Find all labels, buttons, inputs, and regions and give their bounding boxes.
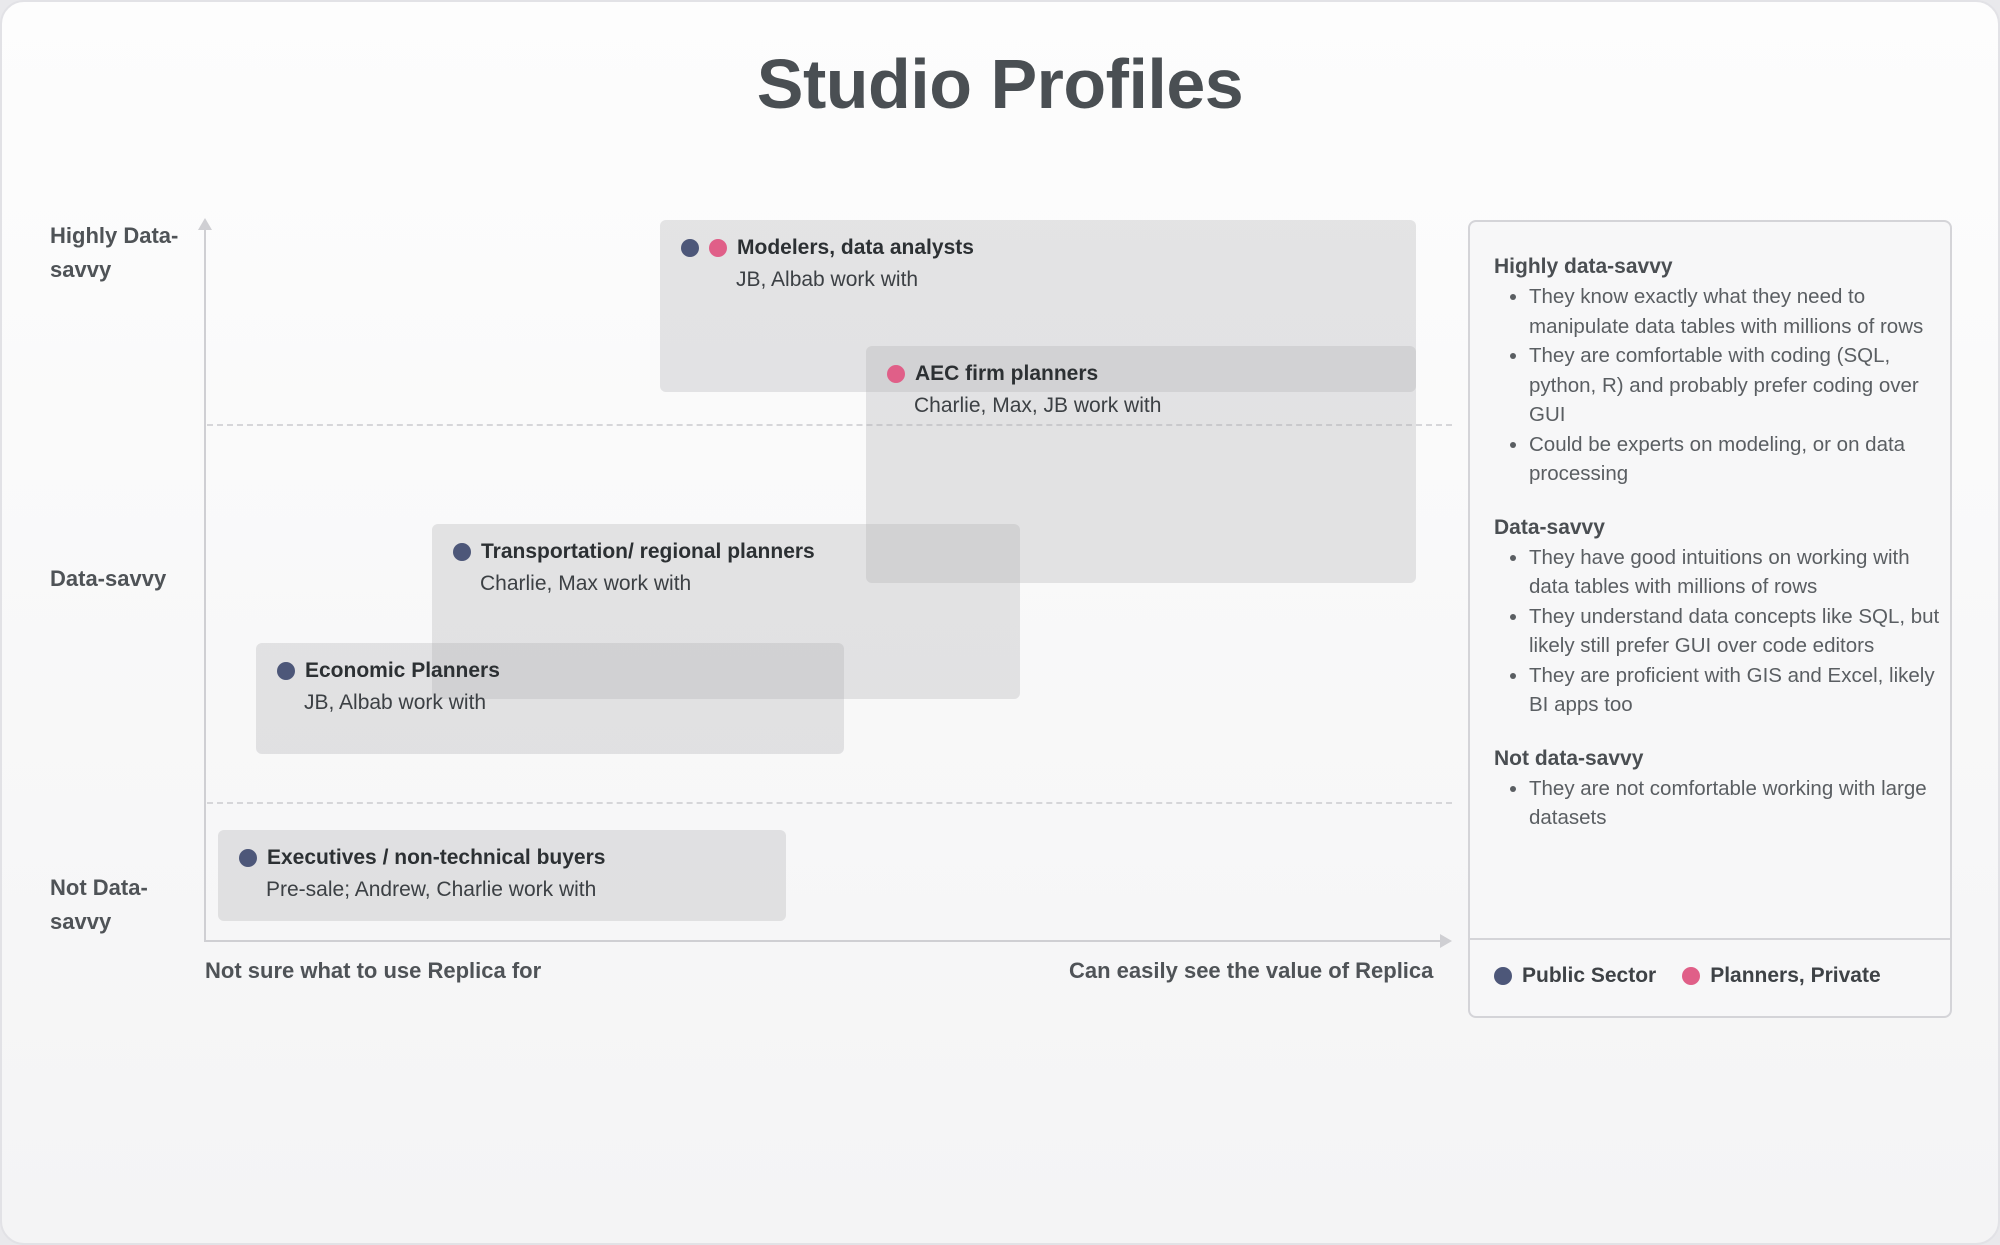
- profile-subtitle: Charlie, Max, JB work with: [914, 394, 1162, 417]
- legend-bullet: Could be experts on modeling, or on data…: [1529, 430, 1944, 489]
- legend-section-highly-data-savvy: Highly data-savvy They know exactly what…: [1494, 252, 1944, 489]
- legend-key-label: Public Sector: [1522, 964, 1657, 987]
- profile-executives: Executives / non-technical buyers Pre-sa…: [239, 843, 605, 907]
- y-axis-arrow-icon: [198, 218, 212, 230]
- y-label-highly-data-savvy: Highly Data-savvy: [50, 223, 179, 282]
- profile-title: Transportation/ regional planners: [481, 540, 815, 563]
- planners-private-dot-icon: [887, 365, 905, 383]
- public-sector-dot-icon: [453, 543, 471, 561]
- profile-economic: Economic Planners JB, Albab work with: [277, 656, 500, 720]
- planners-private-dot-icon: [1682, 967, 1701, 985]
- public-sector-dot-icon: [681, 239, 699, 257]
- profile-modelers: Modelers, data analysts JB, Albab work w…: [681, 233, 974, 297]
- legend-bullet: They are comfortable with coding (SQL, p…: [1529, 341, 1944, 430]
- profile-aec: AEC firm planners Charlie, Max, JB work …: [887, 359, 1161, 423]
- profile-title: AEC firm planners: [915, 362, 1099, 385]
- profile-title: Economic Planners: [305, 659, 500, 682]
- public-sector-dot-icon: [1494, 967, 1512, 985]
- legend-section-title: Data-savvy: [1494, 515, 1605, 539]
- y-label-data-savvy: Data-savvy: [50, 566, 167, 591]
- profile-subtitle: Pre-sale; Andrew, Charlie work with: [266, 878, 597, 901]
- legend-key-planners-private: Planners, Private: [1682, 964, 1881, 988]
- page-title: Studio Profiles: [756, 45, 1244, 123]
- profile-subtitle: Charlie, Max work with: [480, 572, 692, 595]
- legend-section-data-savvy: Data-savvy They have good intuitions on …: [1494, 513, 1944, 720]
- y-label-not-data-savvy: Not Data-savvy: [50, 875, 148, 934]
- x-label-right: Can easily see the value of Replica: [1069, 958, 1434, 983]
- legend-keys: Public Sector Planners, Private: [1494, 964, 1907, 988]
- profile-title: Executives / non-technical buyers: [267, 846, 606, 869]
- legend-section-title: Highly data-savvy: [1494, 255, 1673, 278]
- profile-transportation: Transportation/ regional planners Charli…: [453, 537, 815, 601]
- profile-subtitle: JB, Albab work with: [736, 268, 919, 291]
- planners-private-dot-icon: [709, 239, 727, 257]
- public-sector-dot-icon: [239, 849, 257, 867]
- profile-title: Modelers, data analysts: [737, 236, 974, 259]
- legend-panel: Highly data-savvy They know exactly what…: [1468, 220, 1952, 1018]
- legend-key-public-sector: Public Sector: [1494, 964, 1656, 988]
- legend-descriptions: Highly data-savvy They know exactly what…: [1494, 252, 1944, 857]
- slide-frame: Studio Profiles Highly Data-savvy Data-s…: [0, 0, 2000, 1245]
- legend-bullet: They know exactly what they need to mani…: [1529, 282, 1944, 341]
- x-label-left: Not sure what to use Replica for: [205, 958, 542, 983]
- y-axis: [204, 224, 206, 942]
- legend-key-label: Planners, Private: [1710, 964, 1881, 987]
- legend-bullet: They understand data concepts like SQL, …: [1529, 602, 1944, 661]
- divider-lower: [207, 802, 1452, 804]
- profile-subtitle: JB, Albab work with: [304, 691, 487, 714]
- legend-section-title: Not data-savvy: [1494, 746, 1644, 770]
- legend-section-not-data-savvy: Not data-savvy They are not comfortable …: [1494, 744, 1944, 833]
- legend-separator: [1470, 938, 1950, 940]
- legend-bullet: They are proficient with GIS and Excel, …: [1529, 661, 1944, 720]
- legend-bullet: They are not comfortable working with la…: [1529, 774, 1944, 833]
- x-axis-arrow-icon: [1440, 934, 1452, 948]
- legend-bullet: They have good intuitions on working wit…: [1529, 543, 1944, 602]
- public-sector-dot-icon: [277, 662, 295, 680]
- x-axis: [204, 940, 1444, 942]
